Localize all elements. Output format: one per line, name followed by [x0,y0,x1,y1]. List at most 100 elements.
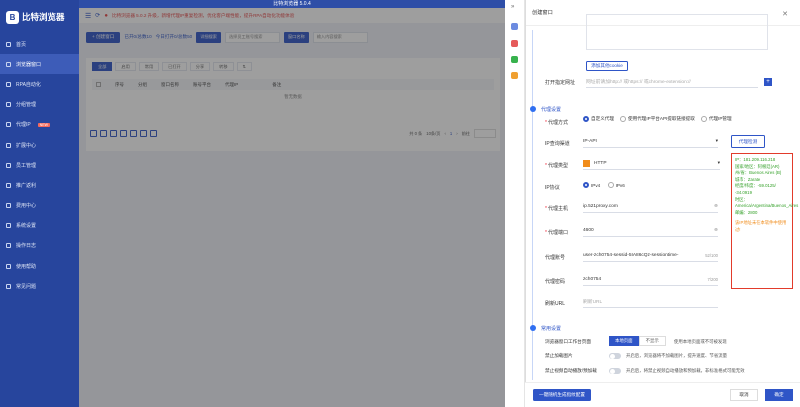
sidebar-header: B 比特浏览器 [0,0,79,34]
sidebar-item[interactable]: 代理IP NEW [0,115,79,135]
chat-icon[interactable] [511,56,518,63]
result-timezone: 时区：America/Argentina/Buenos_Aires [735,196,799,209]
clear-icon: ⊗ [713,204,718,209]
result-warning: 该IP地址未在本软件中使用过! [735,220,787,232]
menu-icon [6,162,11,168]
sidebar-item-label: 推广返利 [16,182,37,189]
proxy-mode-group: 自定义代理 使用代理IP平台API提取链接提取 代理IP管理 [583,116,738,123]
open-url-label: 打开指定网址 [545,80,576,86]
menu-icon [6,182,11,188]
workbench-local-button[interactable]: 本地页面 [609,336,639,346]
ip-query-select[interactable]: IP-API ▾ [583,136,718,148]
generate-fingerprint-button[interactable]: 一键随机生成指纹配置 [533,389,591,401]
block-images-hint: 开启后，浏览器将不加载图片，提升速度、节省流量 [626,353,727,358]
sidebar-item-label: RPA自动化 [16,81,41,88]
open-url-input[interactable]: 网址前请加http:// 或https:// 或chrome-extension… [586,76,758,88]
block-images-switch[interactable] [609,353,621,359]
sidebar-item[interactable]: 推广返利 [0,175,79,195]
drawer-side-icons: » [505,0,525,407]
ip-protocol-group: IPv4 IPv6 [583,182,631,190]
app-title: 比特浏览器 [22,12,65,22]
sidebar-item[interactable]: 费用中心 [0,196,79,216]
sidebar-item-label: 费用中心 [16,203,37,210]
menu-icon [6,223,11,229]
block-images-label: 禁止加载图片 [545,353,573,358]
sidebar-item[interactable]: 系统设置 [0,216,79,236]
block-video-hint: 开启后，将禁止视频自动播放和预加载，非标准格式可能无效 [626,368,745,373]
result-state: 州/省：Buenos Aires (B) [735,170,782,176]
menu-icon [6,61,11,67]
password-label: 代理密码 [545,279,566,285]
clear-icon: ⊗ [713,228,718,233]
sidebar-item-label: 使用帮助 [16,263,37,270]
add-url-button[interactable]: + [764,78,772,86]
proxy-type-label: 代理类型 [547,163,568,169]
menu-icon [6,283,11,289]
menu-icon [6,203,11,209]
section-dot [529,325,536,331]
proxy-type-select[interactable]: HTTP ▾ [583,158,720,170]
sidebar-item[interactable]: 分组管理 [0,95,79,115]
sidebar-item-label: 首页 [16,41,27,48]
sidebar-item[interactable]: 浏览器窗口 [0,54,79,75]
ip-query-label: IP查询渠道 [545,141,570,147]
sidebar-item[interactable]: RPA自动化 [0,74,79,94]
window-title: 比特浏览器 5.0.4 [79,0,505,8]
result-ip: IP：181.209.116.218 [735,157,776,162]
menu-icon [6,243,11,249]
close-icon[interactable]: ✕ [782,10,788,18]
sidebar-item[interactable]: 扩展中心 [0,135,79,155]
sidebar: B 比特浏览器 首页浏览器窗口 RPA自动化 分组管理代理IP NEW 扩展中心员工管理… [0,0,79,407]
proxy-section-title: 代理设置 [541,107,562,113]
menu-icon [6,41,11,47]
new-badge: NEW [37,122,50,127]
add-cookie-button[interactable]: 添加其他cookie [586,61,628,71]
confirm-button[interactable]: 确定 [765,389,793,401]
cancel-button[interactable]: 取消 [730,389,758,401]
modal-overlay[interactable] [79,8,505,407]
sidebar-item-label: 系统设置 [16,223,37,230]
ipv6-radio[interactable]: IPv6 [607,182,625,188]
account-input[interactable]: user-zch0754-sessid-5IA86cQz-sessiontime… [583,250,718,262]
sidebar-item-label: 扩展中心 [16,142,37,149]
sidebar-item-label: 代理IP [16,122,31,129]
app-logo: B [6,10,19,24]
proxy-mode-radio[interactable]: 自定义代理 [583,116,614,122]
result-zip: 邮编：2800 [735,209,758,215]
workbench-hide-button[interactable]: 不显示 [638,336,666,346]
sidebar-item-label: 员工管理 [16,162,37,169]
sidebar-item[interactable]: 员工管理 [0,155,79,175]
ipv4-radio[interactable]: IPv4 [583,182,600,188]
sidebar-item[interactable]: 首页 [0,34,79,54]
menu-icon [6,142,11,148]
menu-icon [6,102,11,108]
menu-icon [6,81,11,87]
port-input[interactable]: 4600 ⊗ [583,225,718,237]
http-icon [583,160,590,167]
drawer-footer: 一键随机生成指纹配置 取消 确定 [525,382,800,407]
sidebar-item-label: 分组管理 [16,102,37,109]
proxy-check-button[interactable]: 代理检测 [731,135,765,148]
sidebar-item[interactable]: 使用帮助 [0,256,79,276]
sidebar-item[interactable]: 操作日志 [0,236,79,256]
password-input[interactable]: zch0754 7/200 [583,274,718,286]
host-label: 代理主机 [547,206,568,212]
block-video-switch[interactable] [609,368,621,374]
proxy-mode-radio[interactable]: 代理IP管理 [700,116,732,122]
host-input[interactable]: ip.521proxy.com ⊗ [583,201,718,213]
ip-protocol-label: IP协议 [545,185,560,191]
shield-icon[interactable] [511,40,518,47]
menu-icon [6,263,11,269]
proxy-check-result: IP：181.209.116.218 国家/地区：阿根廷(AR) 州/省：Bue… [731,153,799,289]
fingerprint-icon[interactable] [511,72,518,79]
monitor-icon[interactable] [511,23,518,30]
collapse-icon[interactable]: » [511,4,514,10]
workbench-toggle: 本地页面 不显示 [609,336,666,346]
menu-icon [6,122,11,128]
workbench-label: 浏览器窗口工作台页面 [545,339,591,344]
proxy-mode-radio[interactable]: 使用代理IP平台API提取链接提取 [619,116,695,122]
sidebar-item[interactable]: 常见问题 [0,276,79,296]
result-coords: 经度/纬度：-59.0125/ -34.0919 [735,183,776,195]
cookie-textarea[interactable] [586,14,768,50]
refresh-url-input[interactable]: 刷新URL [583,296,718,308]
